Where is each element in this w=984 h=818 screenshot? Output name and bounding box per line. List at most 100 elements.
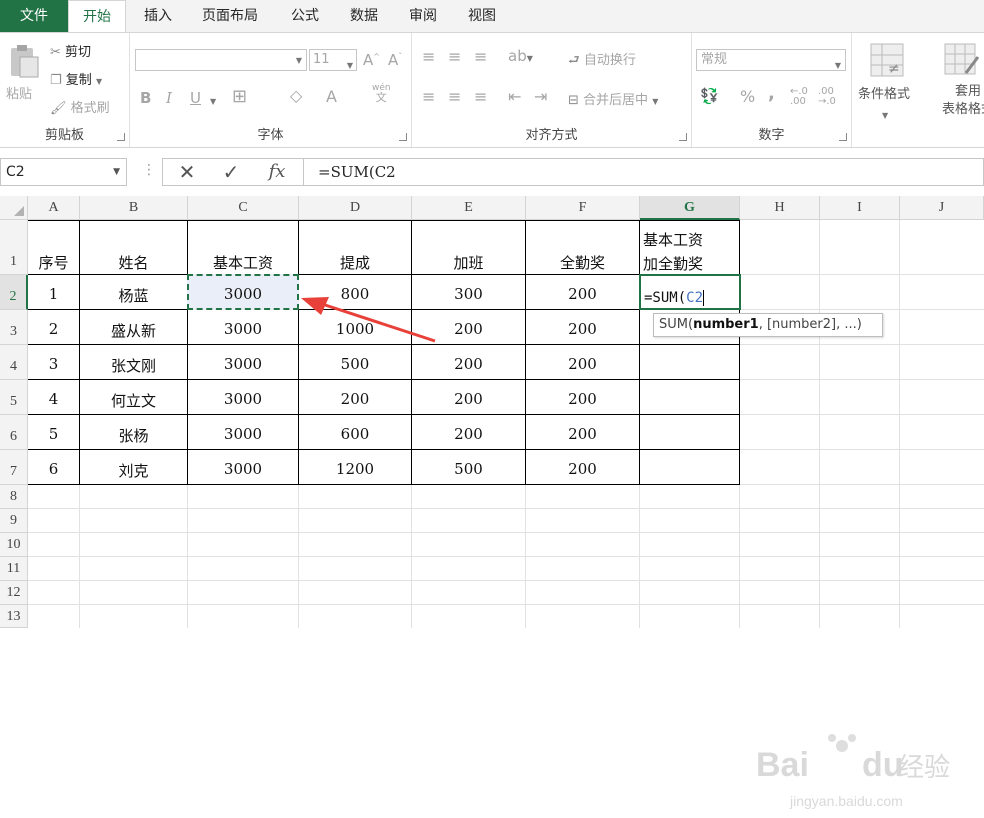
table-cell[interactable]: 3000 [188,425,298,443]
column-header-d[interactable]: D [299,196,412,220]
decrease-indent-icon[interactable]: ⇤ [508,87,521,106]
table-cell[interactable]: 1 [28,285,79,303]
tab-file[interactable]: 文件 [0,0,68,32]
row-header-8[interactable]: 8 [0,485,28,509]
column-header-e[interactable]: E [412,196,526,220]
column-header-c[interactable]: C [188,196,299,220]
align-middle-icon[interactable]: ≡ [448,47,461,66]
column-header-a[interactable]: A [28,196,80,220]
cut-button[interactable]: ✂ 剪切 [50,41,91,60]
shrink-font-icon[interactable]: Aˇ [388,51,402,69]
table-cell[interactable]: 1200 [299,460,411,478]
phonetic-guide-icon[interactable]: wén 文 [372,83,391,103]
borders-icon[interactable]: ⊞ [232,86,247,107]
row-header-2[interactable]: 2 [0,275,28,310]
table-cell[interactable]: 200 [412,390,525,408]
increase-decimal-icon[interactable]: ←.0.00 [790,87,808,107]
row-header-6[interactable]: 6 [0,415,28,450]
table-cell[interactable]: 200 [412,355,525,373]
increase-indent-icon[interactable]: ⇥ [534,87,547,106]
row-header-10[interactable]: 10 [0,533,28,557]
wrap-text-button[interactable]: ⮐ 自动换行 [568,49,636,73]
tab-insert[interactable]: 插入 [130,0,186,32]
column-header-j[interactable]: J [900,196,984,220]
row-header-3[interactable]: 3 [0,310,28,345]
enter-icon[interactable]: ✓ [211,159,251,185]
table-cell[interactable]: 6 [28,460,79,478]
header-cell[interactable]: 序号 [28,252,79,273]
tab-formulas[interactable]: 公式 [278,0,332,32]
table-cell[interactable]: 何立文 [80,390,187,411]
select-all-corner[interactable] [0,196,28,220]
header-cell[interactable]: 全勤奖 [526,252,639,273]
currency-icon[interactable]: 💱 [700,87,719,105]
table-cell[interactable]: 200 [526,390,639,408]
conditional-format-button[interactable]: 条件格式 [858,83,910,102]
column-header-b[interactable]: B [80,196,188,220]
table-cell[interactable]: 200 [526,425,639,443]
tab-review[interactable]: 审阅 [396,0,450,32]
table-cell[interactable]: 3000 [188,390,298,408]
header-cell[interactable]: 加班 [412,252,525,273]
align-right-icon[interactable]: ≡ [474,87,487,106]
table-cell[interactable]: 200 [299,390,411,408]
table-cell[interactable]: 杨蓝 [80,285,187,306]
table-cell[interactable]: 3000 [188,460,298,478]
align-left-icon[interactable]: ≡ [422,87,435,106]
row-header-4[interactable]: 4 [0,345,28,380]
dialog-launcher-icon[interactable] [117,133,125,141]
tab-page-layout[interactable]: 页面布局 [190,0,270,32]
column-header-h[interactable]: H [740,196,820,220]
row-header-12[interactable]: 12 [0,581,28,605]
table-cell[interactable]: 盛从新 [80,320,187,341]
tab-view[interactable]: 视图 [455,0,509,32]
name-box[interactable]: C2 ▼ [0,158,127,186]
table-cell[interactable]: 600 [299,425,411,443]
table-cell[interactable]: 张文刚 [80,355,187,376]
align-top-icon[interactable]: ≡ [422,47,435,66]
number-format-select[interactable]: 常规 ▼ [696,49,846,71]
table-cell[interactable]: 500 [299,355,411,373]
table-cell[interactable]: 4 [28,390,79,408]
function-tooltip[interactable]: SUM(number1, [number2], ...) [653,313,883,337]
comma-icon[interactable]: , [768,83,775,104]
header-cell[interactable]: 姓名 [80,252,187,273]
header-cell-g[interactable]: 基本工资 加全勤奖 [643,228,703,276]
column-header-g[interactable]: G [640,196,740,220]
copy-button[interactable]: ❐ 复制 ▼ [50,69,102,88]
grow-font-icon[interactable]: A^ [363,51,380,69]
dialog-launcher-icon[interactable] [839,133,847,141]
row-header-9[interactable]: 9 [0,509,28,533]
cancel-icon[interactable]: ✕ [167,159,207,185]
table-format-button[interactable]: 套用表格格式 [942,83,984,119]
row-header-11[interactable]: 11 [0,557,28,581]
header-cell[interactable]: 基本工资 [188,252,298,273]
table-cell[interactable]: 3000 [188,355,298,373]
dialog-launcher-icon[interactable] [399,133,407,141]
dialog-launcher-icon[interactable] [679,133,687,141]
percent-icon[interactable]: % [740,87,755,106]
orientation-icon[interactable]: ab▼ [508,47,533,65]
row-header-13[interactable]: 13 [0,605,28,628]
table-cell[interactable]: 200 [526,460,639,478]
table-cell[interactable]: 3 [28,355,79,373]
tab-data[interactable]: 数据 [337,0,391,32]
table-cell[interactable]: 200 [526,320,639,338]
table-cell[interactable]: 500 [412,460,525,478]
row-header-7[interactable]: 7 [0,450,28,485]
formula-input[interactable]: =SUM(C2 [304,158,984,186]
insert-function-icon[interactable]: fx [257,159,297,185]
column-header-i[interactable]: I [820,196,900,220]
header-cell[interactable]: 提成 [299,252,411,273]
tab-home[interactable]: 开始 [68,0,126,33]
table-cell[interactable]: 刘克 [80,460,187,481]
italic-icon[interactable]: I [166,89,172,107]
table-cell[interactable]: 200 [526,285,639,303]
font-name-select[interactable]: ▼ [135,49,307,71]
paste-button[interactable]: 粘贴 [6,83,32,102]
bold-icon[interactable]: B [140,89,151,107]
active-cell-g2[interactable]: =SUM(C2 [639,274,741,310]
align-center-icon[interactable]: ≡ [448,87,461,106]
underline-icon[interactable]: U [190,89,201,107]
column-header-f[interactable]: F [526,196,640,220]
